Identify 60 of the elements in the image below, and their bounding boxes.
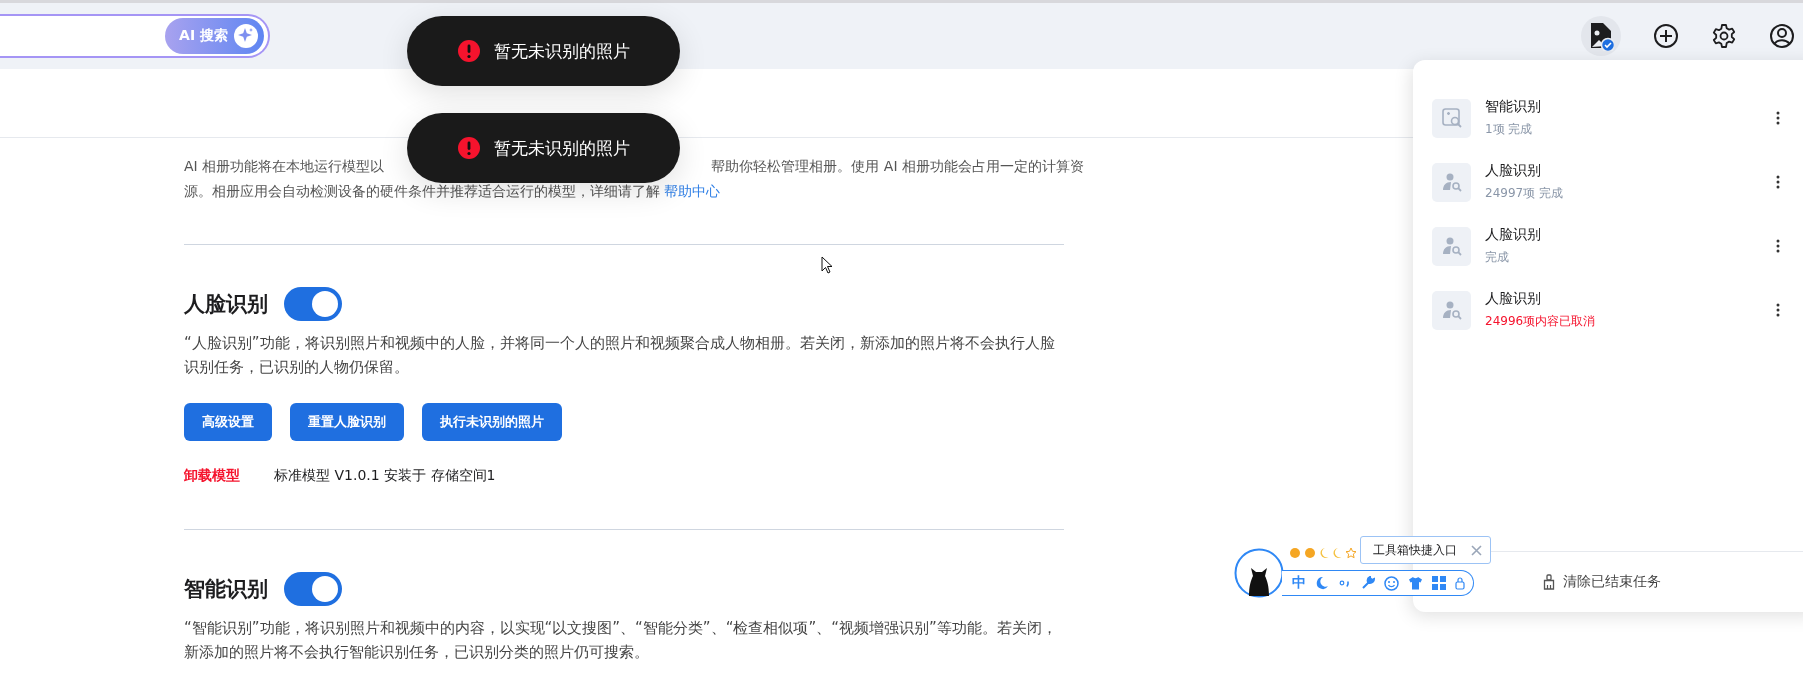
image-search-icon	[1432, 98, 1471, 138]
add-icon[interactable]	[1653, 23, 1679, 49]
settings-icon[interactable]	[1711, 23, 1737, 49]
star-icon	[1345, 547, 1357, 559]
person-search-icon	[1432, 226, 1471, 266]
section-description: “人脸识别”功能，将识别照片和视频中的人脸，并将同一个人的照片和视频聚合成人物相册。若关闭，新添加的照片将不会执行人脸识别任务，已识别的人物仍保留。	[184, 333, 1056, 378]
mouse-cursor-icon	[821, 256, 833, 274]
help-center-link[interactable]: 帮助中心	[664, 183, 721, 199]
action-button[interactable]: 重置人脸识别	[290, 403, 404, 441]
task-button[interactable]	[1581, 16, 1621, 56]
action-button[interactable]: 执行未识别的照片	[422, 403, 562, 441]
task-status: 24997项 完成	[1485, 185, 1564, 202]
task-title: 人脸识别	[1485, 162, 1542, 180]
smiley-icon[interactable]	[1384, 575, 1399, 591]
sun-icon	[1304, 547, 1316, 559]
input-mode-button[interactable]: 中	[1292, 574, 1306, 592]
uninstall-link[interactable]: 卸载模型	[184, 467, 240, 485]
ai-search-button[interactable]: AI 搜索	[165, 18, 264, 54]
shirt-icon[interactable]	[1408, 576, 1423, 590]
sparkle-icon	[234, 24, 258, 48]
task-title: 人脸识别	[1485, 226, 1542, 244]
section-description: “智能识别”功能，将识别照片和视频中的内容，以实现“以文搜图”、“智能分类”、“检查相似项”、“视频增强识别”等功能。若关闭，新添加的照片将不会执行智能识别任务，已识别分类的照片仍可搜索。	[184, 618, 1058, 663]
toggle-switch[interactable]	[284, 572, 342, 606]
search-field[interactable]: AI 搜索	[0, 14, 270, 58]
task-status: 24996项内容已取消	[1485, 313, 1597, 330]
model-info: 标准模型 V1.0.1 安装于 存储空间1	[274, 467, 496, 485]
moon-icon	[1332, 547, 1342, 559]
moon-icon	[1319, 547, 1329, 559]
section-title: 智能识别	[184, 576, 268, 603]
more-icon[interactable]	[1776, 175, 1780, 189]
intro-text: AI 相册功能将在本地运行模型以	[184, 157, 385, 176]
grid-icon[interactable]	[1432, 576, 1446, 590]
sun-icon	[1289, 547, 1301, 559]
toggle-switch[interactable]	[284, 287, 342, 321]
task-title: 人脸识别	[1485, 290, 1542, 308]
more-icon[interactable]	[1776, 239, 1780, 253]
brush-icon	[1543, 574, 1555, 590]
task-status: 完成	[1485, 249, 1510, 266]
tooltip-text: 工具箱快捷入口	[1373, 541, 1457, 559]
person-search-icon	[1432, 290, 1471, 330]
task-title: 智能识别	[1485, 98, 1542, 116]
error-icon	[457, 137, 480, 159]
toast-message: 暂无未识别的照片	[493, 136, 630, 160]
more-icon[interactable]	[1776, 303, 1780, 317]
task-status: 1项 完成	[1485, 121, 1534, 138]
close-icon[interactable]	[1471, 544, 1482, 556]
wrench-icon[interactable]	[1361, 576, 1375, 590]
lock-icon[interactable]	[1455, 576, 1465, 590]
intro-text: 帮助你轻松管理相册。使用 AI 相册功能会占用一定的计算资	[711, 157, 1084, 176]
moon-icon[interactable]	[1315, 576, 1329, 590]
cat-avatar[interactable]	[1234, 548, 1284, 598]
intro-text: 源。相册应用会自动检测设备的硬件条件并推荐适合运行的模型，详细请了解 帮助中心	[184, 182, 722, 201]
person-search-icon	[1432, 162, 1471, 202]
error-icon	[457, 40, 480, 62]
toast-message: 暂无未识别的照片	[493, 39, 630, 63]
section-title: 人脸识别	[184, 291, 268, 318]
action-button[interactable]: 高级设置	[184, 403, 272, 441]
clear-finished-button[interactable]: 清除已结束任务	[1543, 573, 1661, 591]
user-icon[interactable]	[1769, 23, 1795, 49]
more-icon[interactable]	[1776, 111, 1780, 125]
